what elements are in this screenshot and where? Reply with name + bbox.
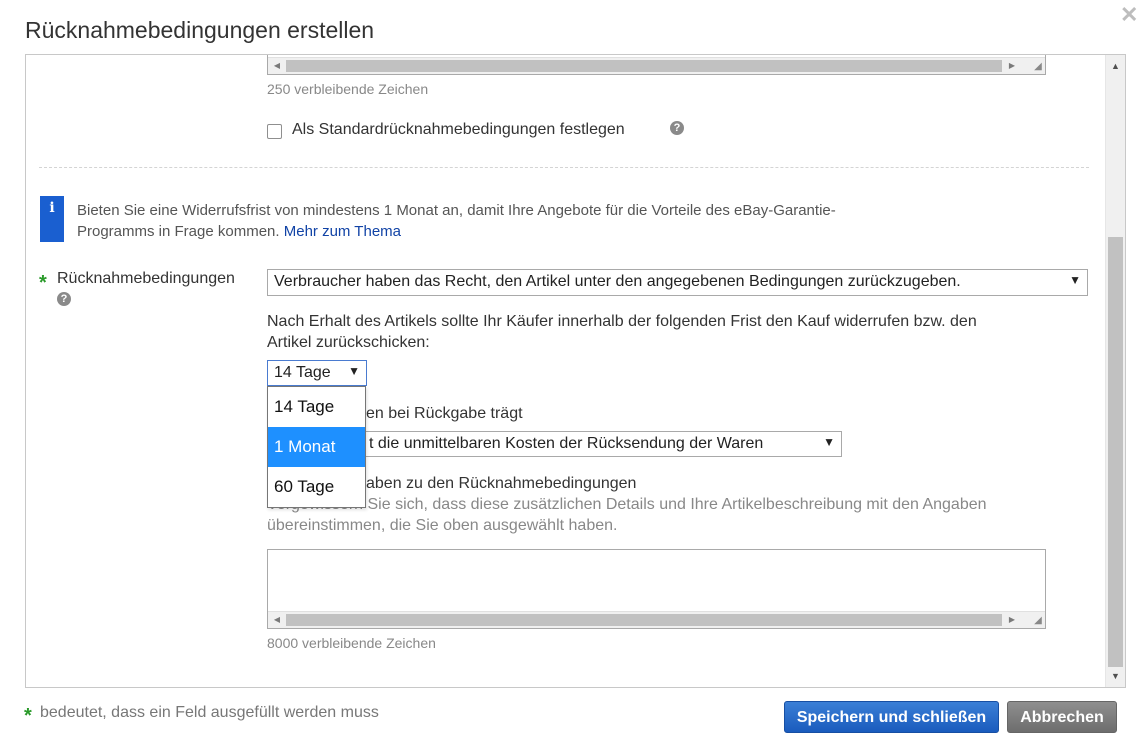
close-icon[interactable]: ✕ <box>1120 2 1138 28</box>
period-description: Nach Erhalt des Artikels sollte Ihr Käuf… <box>267 311 1087 353</box>
horizontal-scrollbar[interactable]: ◀ ▶ ◢ <box>268 57 1045 74</box>
period-option-14[interactable]: 14 Tage <box>268 387 365 427</box>
default-policy-label: Als Standardrücknahmebedingungen festleg… <box>292 121 625 138</box>
scroll-down-icon[interactable]: ▼ <box>1106 667 1125 685</box>
scrollbar-thumb[interactable] <box>286 60 1002 72</box>
scrollbar-thumb[interactable] <box>1108 237 1123 667</box>
returns-label: Rücknahmebedingungen <box>57 270 235 287</box>
cost-label: en bei Rückgabe trägt <box>366 405 523 422</box>
scroll-up-icon[interactable]: ▲ <box>1106 57 1125 75</box>
chevron-down-icon: ▼ <box>348 364 360 378</box>
return-period-select[interactable]: 14 Tage ▼ <box>267 360 367 386</box>
info-message: Bieten Sie eine Widerrufsfrist von minde… <box>77 200 957 242</box>
period-select-value: 14 Tage <box>274 364 331 381</box>
period-option-1-monat[interactable]: 1 Monat <box>268 427 365 467</box>
cost-select-value: t die unmittelbaren Kosten der Rücksendu… <box>369 435 764 452</box>
returns-help-icon[interactable]: ? <box>57 292 71 306</box>
policy-select-value: Verbraucher haben das Recht, den Artikel… <box>274 273 961 290</box>
vertical-scrollbar[interactable]: ▲ ▼ <box>1105 55 1125 687</box>
details-hint-line2: übereinstimmen, die Sie oben ausgewählt … <box>267 517 618 534</box>
required-star: * <box>24 705 32 727</box>
details-textarea[interactable]: ◀ ▶ ◢ <box>267 549 1046 629</box>
horizontal-scrollbar[interactable]: ◀ ▶ ◢ <box>268 611 1045 628</box>
additional-info-textarea-top[interactable]: ◀ ▶ ◢ <box>267 55 1046 75</box>
period-dropdown-list[interactable]: 14 Tage 1 Monat 60 Tage <box>267 386 366 508</box>
help-icon[interactable]: ? <box>670 121 684 135</box>
cost-select[interactable]: t die unmittelbaren Kosten der Rücksendu… <box>362 431 842 457</box>
scroll-right-icon[interactable]: ▶ <box>1005 612 1019 628</box>
form-panel: ◀ ▶ ◢ 250 verbleibende Zeichen Als Stand… <box>25 54 1126 688</box>
chevron-down-icon: ▼ <box>1069 273 1081 287</box>
period-option-60[interactable]: 60 Tage <box>268 467 365 507</box>
resize-grip-icon[interactable]: ◢ <box>1031 614 1045 628</box>
required-note: bedeutet, dass ein Feld ausgefüllt werde… <box>40 704 379 721</box>
scroll-left-icon[interactable]: ◀ <box>270 58 284 74</box>
period-text-line1: Nach Erhalt des Artikels sollte Ihr Käuf… <box>267 313 977 330</box>
details-hint-line1: Vergewissern Sie sich, dass diese zusätz… <box>267 496 987 513</box>
remaining-chars-details: 8000 verbleibende Zeichen <box>267 635 436 651</box>
info-text-line2: Programms in Frage kommen. <box>77 223 280 240</box>
scroll-right-icon[interactable]: ▶ <box>1005 58 1019 74</box>
scrollbar-thumb[interactable] <box>286 614 1002 626</box>
resize-grip-icon[interactable]: ◢ <box>1031 60 1045 74</box>
dialog-title: Rücknahmebedingungen erstellen <box>25 17 375 43</box>
info-text-line1: Bieten Sie eine Widerrufsfrist von minde… <box>77 202 836 219</box>
info-icon: i <box>40 196 64 242</box>
remaining-chars-top: 250 verbleibende Zeichen <box>267 81 429 97</box>
period-text-line2: Artikel zurückschicken: <box>267 334 430 351</box>
policy-select[interactable]: Verbraucher haben das Recht, den Artikel… <box>267 269 1088 296</box>
section-divider <box>39 167 1089 168</box>
more-info-link[interactable]: Mehr zum Thema <box>284 223 401 240</box>
cancel-button[interactable]: Abbrechen <box>1007 701 1117 733</box>
details-label: aben zu den Rücknahmebedingungen <box>366 475 637 492</box>
details-hint: Vergewissern Sie sich, dass diese zusätz… <box>267 494 1087 536</box>
scroll-left-icon[interactable]: ◀ <box>270 612 284 628</box>
default-policy-checkbox[interactable] <box>267 124 282 139</box>
required-star: * <box>39 272 47 294</box>
save-and-close-button[interactable]: Speichern und schließen <box>784 701 999 733</box>
chevron-down-icon: ▼ <box>823 435 835 449</box>
